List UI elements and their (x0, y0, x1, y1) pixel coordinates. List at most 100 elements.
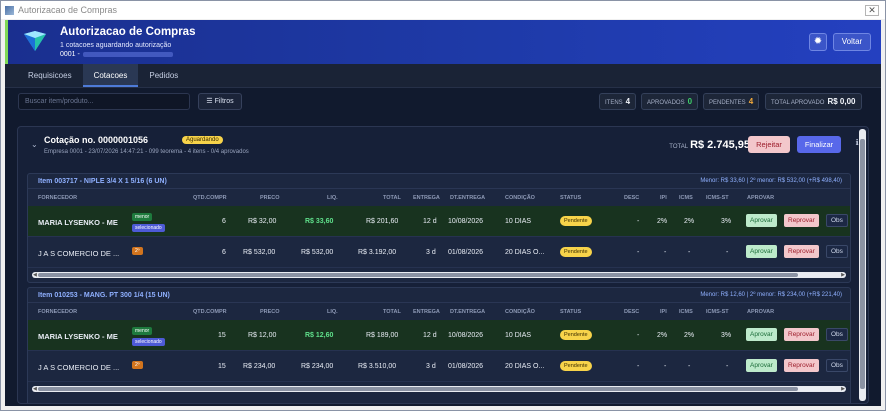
quote-meta: Empresa 0001 - 23/07/2026 14:47:21 - 099… (44, 149, 249, 155)
col-icmsst: ICMS-ST (706, 309, 729, 315)
cell-desc: - (637, 249, 640, 256)
cell-icmsst: 3% (721, 218, 732, 225)
col-status: STATUS (560, 195, 582, 201)
fornecedor-name: J A S COMERCIO DE ... (38, 249, 120, 258)
status-badge: Pendente (560, 361, 592, 371)
cell-icms: - (688, 249, 691, 256)
cell-total: R$ 189,00 (366, 332, 399, 339)
scroll-right-icon[interactable]: ▶ (841, 386, 845, 392)
cell-icmsst: 3% (721, 332, 732, 339)
aprovar-button[interactable]: Aprovar (746, 214, 777, 227)
obs-button[interactable]: Obs (826, 328, 848, 341)
col-icms: ICMS (679, 309, 693, 315)
table-row: J A S COMERCIO DE ... 2º 15 R$ 234,00 R$… (28, 351, 850, 382)
reprovar-button[interactable]: Reprovar (784, 214, 819, 227)
rejeitar-button[interactable]: Rejeitar (748, 136, 790, 153)
aprovar-button[interactable]: Aprovar (746, 328, 777, 341)
col-ipi: IPI (660, 195, 667, 201)
stat-pendentes: PENDENTES 4 (703, 93, 760, 110)
cell-icms: - (688, 363, 691, 370)
table-row: MARIA LYSENKO - ME menor selecionado 15 … (28, 320, 850, 351)
cell-dtentrega: 10/08/2026 (448, 332, 484, 339)
cell-ipi: 2% (657, 332, 668, 339)
cell-liq: R$ 234,00 (301, 363, 334, 370)
status-badge: Aguardando (182, 136, 223, 144)
tab-pedidos[interactable]: Pedidos (138, 64, 189, 87)
obs-button[interactable]: Obs (826, 245, 848, 258)
cell-icms: 2% (684, 332, 695, 339)
logo-icon (24, 31, 46, 51)
chevron-down-icon[interactable]: ⌄ (31, 140, 38, 149)
cell-entrega: 3 d (426, 363, 436, 370)
fornecedor-name: MARIA LYSENKO - ME (38, 332, 118, 341)
window-titlebar: Autorizacao de Compras ✕ (1, 1, 885, 19)
item-header: Item 003717 - NIPLE 3/4 X 1 5/16 (6 UN) … (28, 174, 850, 189)
cell-liq: R$ 33,60 (305, 218, 334, 225)
status-badge: Pendente (560, 247, 592, 257)
finalizar-button[interactable]: Finalizar (797, 136, 841, 153)
aprovar-button[interactable]: Aprovar (746, 245, 777, 258)
reprovar-button[interactable]: Reprovar (784, 245, 819, 258)
app-window: Autorizacao de Compras ✕ Autorizacao de … (0, 0, 886, 411)
quote-title: Cotação no. 0000001056 (44, 135, 149, 145)
fornecedor-name: MARIA LYSENKO - ME (38, 218, 118, 227)
cell-desc: - (637, 332, 640, 339)
table-row: J A S COMERCIO DE ... 2º 6 R$ 532,00 R$ … (28, 237, 850, 268)
menor-badge: menor (132, 213, 153, 221)
col-total: TOTAL (383, 195, 401, 201)
filter-icon: ☰ (206, 98, 213, 105)
cell-icmsst: - (726, 363, 729, 370)
menor-badge: menor (132, 327, 153, 335)
page-title: Autorizacao de Compras (60, 26, 196, 38)
obs-button[interactable]: Obs (826, 214, 848, 227)
scroll-left-icon[interactable]: ◀ (33, 272, 37, 278)
tab-requisicoes[interactable]: Requisicoes (17, 64, 83, 87)
scroll-left-icon[interactable]: ◀ (33, 386, 37, 392)
horizontal-scrollbar[interactable]: ◀ ▶ (32, 272, 846, 278)
search-input[interactable]: Buscar item/produto... (18, 93, 190, 110)
aprovar-button[interactable]: Aprovar (746, 359, 777, 372)
filtros-button[interactable]: ☰ Filtros (198, 93, 242, 110)
status-badge: Pendente (560, 216, 592, 226)
cell-ipi: - (664, 363, 667, 370)
item-minor-price: Menor: R$ 33,60 | 2º menor: R$ 532,00 (+… (700, 178, 842, 184)
reprovar-button[interactable]: Reprovar (784, 328, 819, 341)
col-entrega: ENTREGA (413, 195, 440, 201)
scroll-right-icon[interactable]: ▶ (841, 272, 845, 278)
second-badge: 2º (132, 247, 143, 255)
theme-toggle-button[interactable]: ✹ (809, 33, 827, 51)
item-card: Item 010253 - MANG. PT 300 1/4 (15 UN) M… (27, 287, 851, 403)
status-badge: Pendente (560, 330, 592, 340)
scrollbar-thumb[interactable] (38, 387, 798, 391)
cell-dtentrega: 01/08/2026 (448, 249, 484, 256)
tab-cotacoes[interactable]: Cotacoes (82, 64, 139, 87)
col-entrega: ENTREGA (413, 309, 440, 315)
window-close-icon[interactable]: ✕ (865, 5, 879, 16)
scrollbar-thumb[interactable] (38, 273, 798, 277)
obs-button[interactable]: Obs (826, 359, 848, 372)
app-header: Autorizacao de Compras 1 cotacoes aguard… (5, 20, 881, 64)
col-status: STATUS (560, 309, 582, 315)
stat-aprovados: APROVADOS 0 (641, 93, 699, 110)
tab-bar: Requisicoes Cotacoes Pedidos (5, 64, 881, 88)
cell-dtentrega: 10/08/2026 (448, 218, 484, 225)
window-title: Autorizacao de Compras (18, 5, 118, 15)
voltar-button[interactable]: Voltar (833, 33, 871, 51)
col-aprovar: APROVAR (747, 195, 775, 201)
vertical-scrollbar[interactable] (859, 129, 866, 401)
col-aprovar: APROVAR (747, 309, 775, 315)
stat-total-aprovado: TOTAL APROVADO R$ 0,00 (765, 93, 862, 110)
table-header: FORNECEDOR QTD.COMPR PRECO LIQ. TOTAL EN… (28, 189, 850, 206)
col-icms: ICMS (679, 195, 693, 201)
vertical-scrollbar-thumb[interactable] (860, 139, 865, 389)
selecionado-badge: selecionado (132, 338, 165, 346)
cell-entrega: 12 d (423, 332, 437, 339)
cell-qtd: 6 (222, 249, 226, 256)
col-desc: DESC (624, 195, 640, 201)
col-desc: DESC (624, 309, 640, 315)
horizontal-scrollbar[interactable]: ◀ ▶ (32, 386, 846, 392)
reprovar-button[interactable]: Reprovar (784, 359, 819, 372)
cell-ipi: 2% (657, 218, 668, 225)
cell-qtd: 6 (222, 218, 226, 225)
quote-total: TOTAL R$ 2.745,95 (669, 139, 750, 151)
